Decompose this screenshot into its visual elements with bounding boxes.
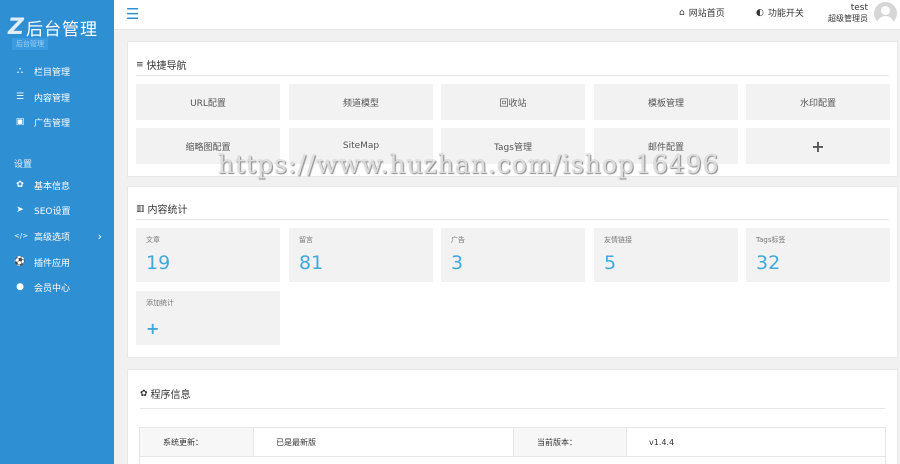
sidebar-item-label: 基本信息 [34, 181, 71, 192]
website-home-link[interactable]: ⌂ 网站首页 [679, 6, 725, 20]
quick-nav-title-text: 快捷导航 [146, 61, 187, 72]
home-icon: ⌂ [679, 7, 685, 18]
sidebar-item-label: 高级选项 [34, 232, 71, 243]
logo[interactable]: Z 后台管理 [8, 14, 98, 40]
stat-card[interactable]: 友情链接 5 [594, 228, 738, 282]
content-stats-title-text: 内容统计 [147, 205, 188, 216]
quick-nav-tile[interactable]: SiteMap [289, 128, 433, 164]
gear-icon: ✿ [140, 388, 148, 399]
sidebar-item-advanced-options[interactable]: </> 高级选项 › [0, 226, 114, 246]
stat-value: 5 [604, 252, 617, 274]
quick-nav-tile[interactable]: Tags管理 [441, 128, 585, 164]
user-name[interactable]: test [851, 3, 868, 13]
quick-nav-tile[interactable]: 频道模型 [289, 84, 433, 120]
sidebar-item-seo-settings[interactable]: ➤ SEO设置 [0, 200, 114, 220]
quick-nav-title: ≡ 快捷导航 [136, 57, 187, 73]
gear-icon: ✿ [16, 180, 24, 190]
sidebar-item-label: 内容管理 [34, 93, 71, 104]
add-stat-label: 添加统计 [146, 299, 174, 307]
add-shortcut-button[interactable]: + [746, 128, 890, 164]
list-icon: ☰ [15, 92, 25, 102]
stat-label: 广告 [451, 236, 465, 244]
user-icon: ● [16, 282, 24, 292]
update-value: 已是最新版 [253, 428, 513, 456]
logo-mark: Z [8, 14, 24, 40]
version-value: v1.4.4 [626, 428, 885, 456]
sidebar-item-label: 广告管理 [34, 118, 71, 129]
avatar[interactable] [874, 2, 897, 25]
feature-toggle-link[interactable]: ◐ 功能开关 [756, 6, 804, 20]
row-divider [140, 456, 885, 457]
stat-value: 81 [299, 252, 324, 274]
version-label: 当前版本： [513, 428, 626, 456]
sidebar-item-plugins[interactable]: ⚽ 插件应用 [0, 252, 114, 272]
quick-nav-tile[interactable]: URL配置 [136, 84, 280, 120]
feature-toggle-label: 功能开关 [767, 9, 804, 19]
sidebar-item-member-center[interactable]: ● 会员中心 [0, 277, 114, 297]
stat-value: 32 [756, 252, 781, 274]
user-role: 超级管理员 [828, 14, 868, 23]
program-info-title-text: 程序信息 [150, 390, 191, 401]
plus-icon: + [146, 319, 160, 338]
quick-nav-tile[interactable]: 回收站 [441, 84, 585, 120]
sidebar-item-label: 栏目管理 [34, 67, 71, 78]
stat-card[interactable]: 文章 19 [136, 228, 280, 282]
stat-card[interactable]: 留言 81 [289, 228, 433, 282]
stat-card[interactable]: 广告 3 [441, 228, 585, 282]
sidebar-item-label: 插件应用 [34, 258, 71, 269]
paper-plane-icon: ➤ [16, 205, 24, 215]
top-bar: ☰ ⌂ 网站首页 ◐ 功能开关 test 超级管理员 [114, 0, 900, 30]
stat-label: Tags标签 [756, 236, 786, 244]
toggle-icon: ◐ [756, 7, 764, 18]
sidebar-section-settings: 设置 [14, 160, 33, 170]
sidebar-item-basic-info[interactable]: ✿ 基本信息 [0, 175, 114, 195]
sidebar-item-label: SEO设置 [34, 206, 71, 217]
stat-label: 留言 [299, 236, 313, 244]
program-info-table: 系统更新： 已是最新版 当前版本： v1.4.4 [139, 427, 886, 464]
program-info-title: ✿ 程序信息 [140, 386, 191, 402]
logo-text: 后台管理 [25, 19, 98, 40]
sidebar-item-content-management[interactable]: ☰ 内容管理 [0, 87, 114, 107]
stat-label: 文章 [146, 236, 160, 244]
bars-icon: ≡ [136, 59, 144, 70]
logo-subtitle: 后台管理 [12, 38, 48, 50]
quick-nav-panel: ≡ 快捷导航 URL配置 频道模型 回收站 模板管理 水印配置 缩略图配置 Si… [127, 41, 898, 177]
sidebar-item-ad-management[interactable]: ▣ 广告管理 [0, 112, 114, 132]
sidebar-item-label: 会员中心 [34, 283, 71, 294]
stat-label: 友情链接 [604, 236, 632, 244]
quick-nav-tile[interactable]: 缩略图配置 [136, 128, 280, 164]
stat-card[interactable]: Tags标签 32 [746, 228, 890, 282]
update-label: 系统更新： [140, 428, 253, 456]
soccer-ball-icon: ⚽ [14, 257, 26, 267]
sitemap-icon: ⛬ [16, 66, 24, 76]
divider [140, 408, 885, 409]
quick-nav-tile[interactable]: 邮件配置 [594, 128, 738, 164]
stat-value: 19 [146, 252, 171, 274]
quick-nav-tile[interactable]: 模板管理 [594, 84, 738, 120]
divider [136, 75, 889, 76]
bar-chart-icon: ▥ [136, 203, 145, 214]
code-icon: </> [14, 232, 29, 240]
menu-toggle-icon[interactable]: ☰ [126, 5, 139, 23]
sidebar: Z 后台管理 后台管理 ⛬ 栏目管理 ☰ 内容管理 ▣ 广告管理 设置 ✿ 基本… [0, 0, 114, 464]
quick-nav-tile[interactable]: 水印配置 [746, 84, 890, 120]
content-stats-title: ▥ 内容统计 [136, 201, 188, 217]
divider [136, 219, 889, 220]
chevron-right-icon: › [97, 229, 102, 243]
sidebar-item-column-management[interactable]: ⛬ 栏目管理 [0, 61, 114, 81]
content-stats-panel: ▥ 内容统计 文章 19 留言 81 广告 3 友情链接 5 Tags标签 32… [127, 186, 898, 358]
image-icon: ▣ [15, 117, 25, 127]
website-home-label: 网站首页 [688, 9, 725, 19]
add-stat-card[interactable]: 添加统计 + [136, 291, 280, 345]
stat-value: 3 [451, 252, 464, 274]
